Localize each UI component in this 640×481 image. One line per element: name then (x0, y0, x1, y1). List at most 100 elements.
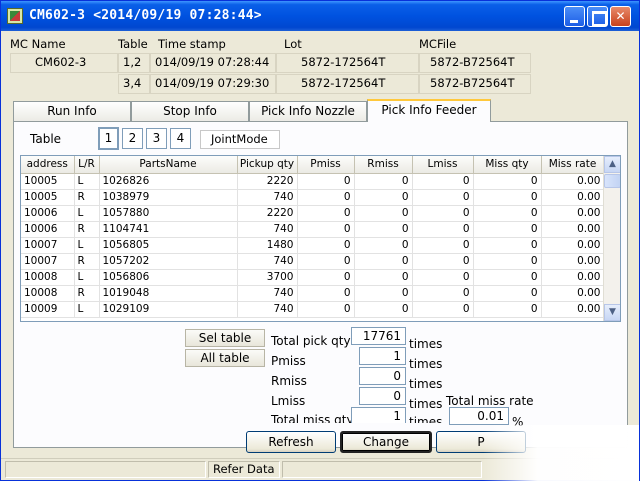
info-lot-1: 5872-172564T (276, 53, 419, 73)
table-cell: 0 (297, 173, 355, 190)
table-cell: 1029109 (99, 301, 238, 318)
tab-run-info[interactable]: Run Info (13, 101, 131, 121)
table-row[interactable]: 10006 R 1104741 740 0 0 0 0 0.00 (21, 221, 605, 238)
table-row[interactable]: 10007 R 1057202 740 0 0 0 0 0.00 (21, 253, 605, 270)
table-cell: 1056806 (99, 269, 238, 286)
table-number-1[interactable]: 1 (98, 127, 119, 150)
scroll-down-icon[interactable]: ▼ (604, 304, 620, 321)
info-mcfile-1: 5872-B72564T (419, 53, 531, 73)
table-row[interactable]: 10008 R 1019048 740 0 0 0 0 0.00 (21, 285, 605, 302)
table-number-4[interactable]: 4 (170, 128, 191, 149)
total-miss-qty-clip: Total miss qty 1 times (267, 407, 447, 423)
sel-table-button[interactable]: Sel table (185, 329, 265, 347)
col-rmiss[interactable]: Rmiss (354, 156, 413, 174)
main-window: CM602-3 <2014/09/19 07:28:44> ✕ MC Name … (0, 0, 640, 481)
table-cell: 0.00 (541, 285, 605, 302)
times-unit-3: times (409, 377, 443, 391)
change-button[interactable]: Change (340, 431, 432, 453)
table-cell: 0 (354, 189, 413, 206)
info-timestamp-1: 014/09/19 07:28:44 (150, 53, 276, 73)
pmiss-value: 1 (359, 347, 406, 365)
table-cell: 1056805 (99, 237, 238, 254)
table-cell: 0 (473, 253, 542, 270)
table-cell: 1104741 (99, 221, 238, 238)
table-number-2[interactable]: 2 (122, 128, 143, 149)
table-cell: 10007 (21, 253, 75, 270)
all-table-button[interactable]: All table (185, 349, 265, 367)
scroll-thumb[interactable] (604, 174, 620, 188)
table-cell: 1480 (237, 237, 298, 254)
table-cell: 0.00 (541, 301, 605, 318)
col-lmiss[interactable]: Lmiss (412, 156, 474, 174)
col-pmiss[interactable]: Pmiss (297, 156, 355, 174)
tab-pick-info-nozzle[interactable]: Pick Info Nozzle (249, 101, 367, 121)
times-unit-2: times (409, 357, 443, 371)
table-cell: 2220 (237, 173, 298, 190)
refresh-button[interactable]: Refresh (246, 431, 336, 453)
table-cell: L (74, 301, 100, 318)
table-cell: 0 (473, 301, 542, 318)
total-pick-qty-value: 17761 (351, 327, 406, 345)
table-cell: 0 (297, 285, 355, 302)
table-cell: 0.00 (541, 221, 605, 238)
times-unit-1: times (409, 337, 443, 351)
table-cell: 0 (473, 269, 542, 286)
col-parts-name[interactable]: PartsName (99, 156, 238, 174)
table-cell: 0 (473, 205, 542, 222)
mc-name-header: MC Name (10, 37, 66, 51)
tab-pick-info-feeder[interactable]: Pick Info Feeder (367, 99, 491, 122)
title-bar[interactable]: CM602-3 <2014/09/19 07:28:44> ✕ (1, 1, 639, 31)
table-cell: 10007 (21, 237, 75, 254)
table-cell: 0 (473, 237, 542, 254)
times-unit-5: times (409, 415, 443, 423)
col-lr[interactable]: L/R (74, 156, 100, 174)
table-cell: 10006 (21, 221, 75, 238)
table-cell: 0.00 (541, 237, 605, 254)
table-cell: 1019048 (99, 285, 238, 302)
table-cell: 0 (412, 189, 474, 206)
table-cell: 0 (354, 205, 413, 222)
table-cell: 0 (297, 269, 355, 286)
refer-data-status: Refer Data (208, 461, 280, 478)
grid-vertical-scrollbar[interactable]: ▲ ▼ (603, 156, 620, 321)
table-cell: R (74, 189, 100, 206)
table-number-3[interactable]: 3 (146, 128, 167, 149)
mc-name-value: CM602-3 (10, 53, 118, 73)
table-cell: 0 (354, 237, 413, 254)
tab-stop-info[interactable]: Stop Info (131, 101, 249, 121)
table-cell: 0 (297, 253, 355, 270)
table-row[interactable]: 10008 L 1056806 3700 0 0 0 0 0.00 (21, 269, 605, 286)
table-row[interactable]: 10007 L 1056805 1480 0 0 0 0 0.00 (21, 237, 605, 254)
table-cell: 10006 (21, 205, 75, 222)
table-cell: 10008 (21, 269, 75, 286)
table-row[interactable]: 10009 L 1029109 740 0 0 0 0 0.00 (21, 301, 605, 318)
feeder-grid[interactable]: address L/R PartsName Pickup qty Pmiss R… (20, 155, 621, 322)
table-row[interactable]: 10006 L 1057880 2220 0 0 0 0 0.00 (21, 205, 605, 222)
scroll-up-icon[interactable]: ▲ (604, 156, 620, 173)
table-cell: 0 (297, 237, 355, 254)
col-address[interactable]: address (21, 156, 75, 174)
table-row[interactable]: 10005 R 1038979 740 0 0 0 0 0.00 (21, 189, 605, 206)
table-cell: 0 (354, 301, 413, 318)
minimize-icon[interactable] (564, 6, 585, 27)
table-cell: 0 (354, 285, 413, 302)
maximize-icon[interactable] (587, 6, 608, 27)
joint-mode-field[interactable]: JointMode (200, 130, 280, 149)
col-miss-qty[interactable]: Miss qty (473, 156, 542, 174)
table-cell: 0 (412, 205, 474, 222)
table-cell: 0 (412, 173, 474, 190)
total-miss-rate-label: Total miss rate (446, 394, 534, 408)
table-cell: 0 (354, 269, 413, 286)
table-cell: 0 (473, 173, 542, 190)
table-row[interactable]: 10005 L 1026826 2220 0 0 0 0 0.00 (21, 173, 605, 190)
col-miss-rate[interactable]: Miss rate (541, 156, 605, 174)
table-cell: 0 (473, 189, 542, 206)
grid-header-row: address L/R PartsName Pickup qty Pmiss R… (21, 156, 605, 174)
table-cell: R (74, 253, 100, 270)
table-cell: 0 (297, 301, 355, 318)
close-icon[interactable]: ✕ (610, 6, 631, 27)
table-cell: 0 (412, 237, 474, 254)
rmiss-value: 0 (359, 367, 406, 385)
col-pickup-qty[interactable]: Pickup qty (237, 156, 298, 174)
table-cell: R (74, 221, 100, 238)
